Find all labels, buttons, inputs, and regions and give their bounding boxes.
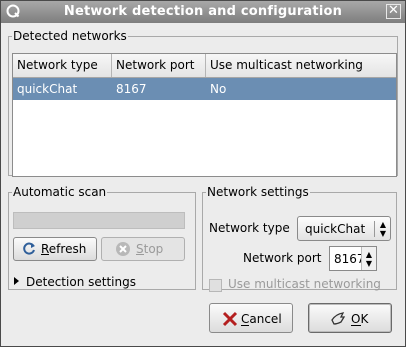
dialog-window: Network detection and configuration ✕ De… (0, 0, 406, 347)
detected-networks-group: Detected networks Network type Network p… (8, 29, 398, 177)
network-type-value: quickChat (305, 222, 366, 236)
expander-arrow-icon (14, 277, 19, 285)
detection-settings-expander[interactable]: Detection settings (14, 273, 136, 291)
table-header: Network type Network port Use multicast … (13, 54, 396, 78)
combo-arrows-icon: ▲ ▼ (379, 220, 387, 238)
ok-button[interactable]: OK (308, 303, 392, 333)
network-port-spinner[interactable]: 8167 ▲ ▼ (329, 246, 377, 271)
cell-network-type: quickChat (17, 82, 78, 96)
multicast-checkbox[interactable] (209, 279, 222, 292)
close-button[interactable]: ✕ (386, 4, 401, 19)
network-type-combo[interactable]: quickChat ▲ ▼ (297, 216, 391, 241)
window-title: Network detection and configuration (63, 4, 343, 19)
detected-networks-legend: Detected networks (13, 29, 127, 43)
column-header-network-type[interactable]: Network type (13, 54, 112, 77)
ok-icon (331, 312, 346, 325)
cell-multicast: No (210, 82, 227, 96)
stop-icon (116, 242, 130, 256)
cell-network-port: 8167 (116, 82, 147, 96)
detection-settings-label: Detection settings (26, 275, 136, 289)
cancel-label: Cancel (241, 312, 282, 326)
network-settings-legend: Network settings (207, 185, 309, 199)
stop-label: Stop (136, 242, 164, 256)
refresh-button[interactable]: Refresh (13, 237, 97, 261)
spinner-arrows-icon[interactable]: ▲ ▼ (361, 247, 376, 270)
automatic-scan-legend: Automatic scan (13, 185, 107, 199)
close-icon: ✕ (388, 3, 399, 18)
column-header-multicast[interactable]: Use multicast networking (206, 54, 396, 77)
scan-progress-bar (13, 212, 185, 229)
stop-button[interactable]: Stop (101, 237, 185, 261)
networks-table[interactable]: Network type Network port Use multicast … (12, 53, 397, 177)
title-bar[interactable]: Network detection and configuration ✕ (1, 1, 405, 23)
cancel-icon (222, 311, 238, 327)
network-type-label: Network type (209, 221, 290, 235)
ok-label: OK (351, 312, 369, 326)
refresh-label: Refresh (41, 242, 87, 256)
automatic-scan-group: Automatic scan Refresh Stop Detection se… (8, 185, 196, 290)
column-header-network-port[interactable]: Network port (112, 54, 206, 77)
network-port-value[interactable]: 8167 (334, 252, 365, 266)
network-port-label: Network port (243, 251, 322, 265)
multicast-label: Use multicast networking (228, 277, 381, 291)
refresh-icon (23, 242, 35, 255)
cancel-button[interactable]: Cancel (209, 303, 293, 333)
table-row[interactable]: quickChat 8167 No (13, 78, 396, 100)
network-settings-group: Network settings Network type quickChat … (202, 185, 397, 292)
